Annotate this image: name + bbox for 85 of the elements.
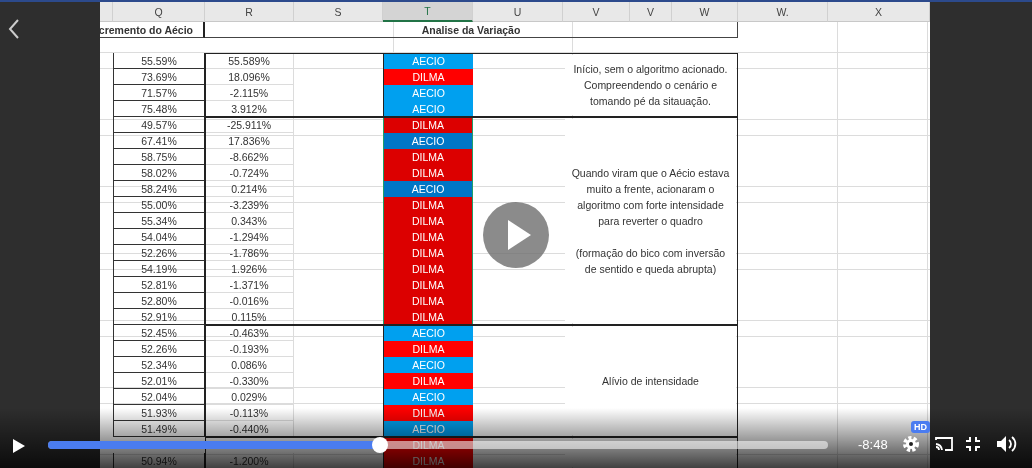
table-cell: 52.34% (113, 357, 205, 373)
status-cell: DILMA (383, 405, 473, 421)
status-cell: DILMA (383, 165, 473, 181)
time-remaining: -8:48 (858, 437, 888, 452)
status-cell: DILMA (383, 149, 473, 165)
column-header[interactable]: R (205, 2, 294, 22)
column-header[interactable]: X (828, 2, 930, 22)
table-cell: 52.81% (113, 277, 205, 293)
table-cell: 58.24% (113, 181, 205, 197)
table-cell: -0.193% (205, 341, 294, 357)
table-cell: 0.029% (205, 389, 294, 405)
table-cell: 52.04% (113, 389, 205, 405)
note-text: Início, sem o algoritmo acionado. Compreendendo o cenário e tomando pé da sitauação. (572, 62, 729, 109)
table-cell: 52.80% (113, 293, 205, 309)
table-cell: -0.016% (205, 293, 294, 309)
table-cell: 55.34% (113, 213, 205, 229)
table-cell: 73.69% (113, 69, 205, 85)
status-cell: DILMA (383, 293, 473, 309)
table-cell: 0.086% (205, 357, 294, 373)
status-cell: AECIO (383, 181, 473, 197)
table-cell: 17.836% (205, 133, 294, 149)
status-cell: DILMA (383, 213, 473, 229)
table-cell: 52.01% (113, 373, 205, 389)
table-cell: 54.04% (113, 229, 205, 245)
table-cell: -1.294% (205, 229, 294, 245)
column-header[interactable]: W (672, 2, 738, 22)
table-cell: 50.94% (113, 453, 205, 468)
table-cell: -8.662% (205, 149, 294, 165)
section-title: Analise da Variação (205, 22, 738, 38)
note-text: Quando viram que o Aécio estava muito a frente, acionaram o algoritmo com forte intensidade para reverter o quadro (formação do bico com inversão de sentido e queda abrupta) (571, 166, 730, 277)
table-cell: -3.239% (205, 197, 294, 213)
status-cell: DILMA (383, 229, 473, 245)
table-cell: -1.371% (205, 277, 294, 293)
status-cell: AECIO (383, 133, 473, 149)
table-cell: 0.214% (205, 181, 294, 197)
table-cell: -2.115% (205, 85, 294, 101)
column-header[interactable]: S (294, 2, 383, 22)
table-cell: 52.26% (113, 341, 205, 357)
status-cell: AECIO (383, 389, 473, 405)
column-header[interactable]: V (563, 2, 630, 22)
status-cell: DILMA (383, 197, 473, 213)
table-cell: -25.911% (205, 117, 294, 133)
status-cell: DILMA (383, 261, 473, 277)
table-cell: -0.463% (205, 325, 294, 341)
table-cell: -1.786% (205, 245, 294, 261)
status-cell: AECIO (383, 101, 473, 117)
status-cell: DILMA (383, 453, 473, 468)
note-text: Alívio de intensidade (602, 374, 699, 389)
status-cell: AECIO (383, 421, 473, 437)
table-cell: 58.75% (113, 149, 205, 165)
table-cell: 52.26% (113, 245, 205, 261)
table-cell: 18.096% (205, 69, 294, 85)
column-header[interactable]: W. (738, 2, 828, 22)
table-cell: 58.02% (113, 165, 205, 181)
table-cell: 51.49% (113, 421, 205, 437)
column-title: cremento do Aécio (100, 22, 205, 38)
table-cell: 55.59% (113, 53, 205, 69)
status-cell: DILMA (383, 309, 473, 325)
hd-badge: HD (911, 421, 930, 433)
table-cell: 55.589% (205, 53, 294, 69)
column-header[interactable]: Q (113, 2, 205, 22)
status-cell: AECIO (383, 357, 473, 373)
table-cell: 55.00% (113, 197, 205, 213)
table-cell: 52.45% (113, 325, 205, 341)
status-cell: DILMA (383, 69, 473, 85)
status-cell: DILMA (383, 373, 473, 389)
table-cell: 67.41% (113, 133, 205, 149)
table-cell: 1.926% (205, 261, 294, 277)
status-cell: DILMA (383, 277, 473, 293)
table-cell: -0.724% (205, 165, 294, 181)
table-cell: 49.57% (113, 117, 205, 133)
table-cell: -0.330% (205, 373, 294, 389)
column-header[interactable]: V (630, 2, 672, 22)
status-cell: AECIO (383, 85, 473, 101)
table-cell: 54.19% (113, 261, 205, 277)
status-cell: DILMA (383, 245, 473, 261)
table-cell: 0.115% (205, 309, 294, 325)
table-cell: 0.343% (205, 213, 294, 229)
column-header[interactable]: U (473, 2, 563, 22)
status-cell: DILMA (383, 341, 473, 357)
table-cell: 71.57% (113, 85, 205, 101)
table-cell: 52.91% (113, 309, 205, 325)
column-header[interactable]: T (383, 2, 473, 22)
table-cell: 75.48% (113, 101, 205, 117)
table-cell: 3.912% (205, 101, 294, 117)
